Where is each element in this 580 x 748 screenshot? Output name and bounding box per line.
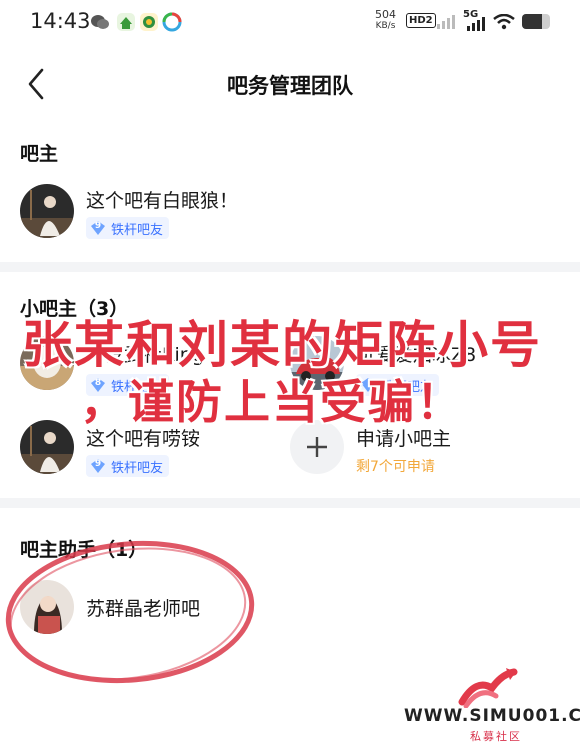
signal-icon-2 — [466, 16, 486, 36]
section-divider — [0, 498, 580, 508]
assistants-heading: 吧主助手（1） — [20, 539, 148, 561]
wechat-icon — [90, 12, 110, 32]
clock: 14:43 — [30, 9, 91, 33]
watermark-logo-icon — [458, 668, 518, 708]
page-title: 吧务管理团队 — [227, 74, 353, 98]
app-icon-house — [116, 12, 136, 32]
diamond-icon: 9 — [90, 220, 106, 236]
rank-badge: 9 铁杆吧友 — [86, 217, 170, 239]
wifi-icon — [493, 13, 515, 34]
hd-icon: HD2 — [406, 13, 436, 28]
watermark-cn: 私募社区 — [470, 730, 522, 743]
app-icon-ring — [162, 12, 182, 32]
rank-badge: 9 铁杆吧友 — [86, 455, 170, 477]
avatar[interactable] — [20, 580, 74, 634]
status-bar: 14:43 504 KB/s HD2 5G — [0, 0, 580, 44]
avatar[interactable] — [20, 184, 74, 238]
warning-overlay-line2: ，谨防上当受骗！ — [80, 375, 464, 429]
apply-remaining-text: 剩7个可申请 — [356, 459, 435, 475]
app-icon-bag — [139, 12, 159, 32]
battery-level — [522, 14, 542, 29]
signal-icon-1 — [436, 12, 456, 34]
diamond-icon: 9 — [90, 458, 106, 474]
network-speed: 504 KB/s — [375, 8, 396, 32]
owner-name[interactable]: 这个吧有白眼狼！ — [86, 186, 238, 213]
watermark-url: WWW.SIMU001.CN — [404, 706, 580, 726]
owner-heading: 吧主 — [20, 143, 59, 165]
assistant-name[interactable]: 苏群晶老师吧 — [86, 594, 200, 621]
nav-bar: 吧务管理团队 — [0, 56, 580, 112]
avatar[interactable] — [20, 420, 74, 474]
section-divider — [0, 262, 580, 272]
battery-icon — [522, 14, 550, 29]
